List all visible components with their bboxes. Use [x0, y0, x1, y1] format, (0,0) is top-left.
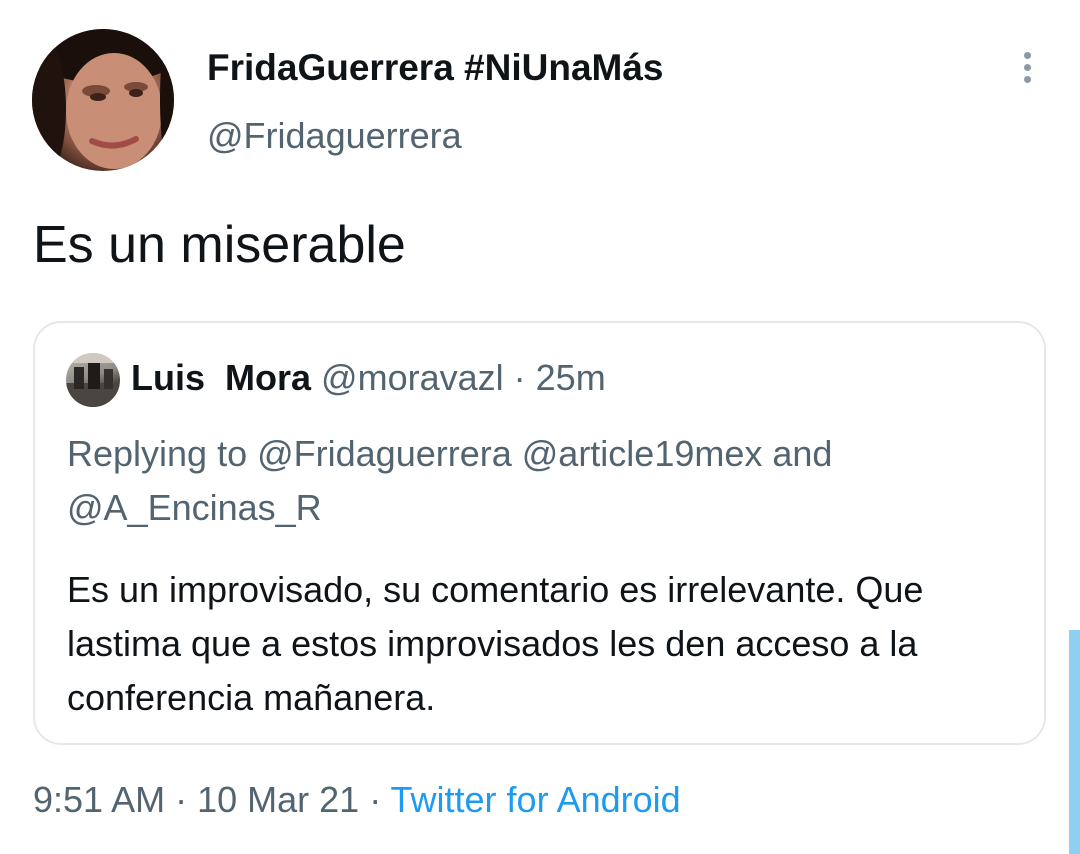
quoted-tweet-time: 25m — [535, 357, 606, 398]
tweet-source-link[interactable]: Twitter for Android — [391, 779, 681, 820]
tweet-metadata: 9:51 AM · 10 Mar 21 · Twitter for Androi… — [33, 779, 681, 821]
author-avatar[interactable] — [32, 29, 174, 171]
quoted-tweet-header: Luis Mora @moravazl · 25m — [131, 357, 606, 399]
author-handle[interactable]: @Fridaguerrera — [207, 115, 462, 157]
quoted-tweet-text: Es un improvisado, su comentario es irre… — [67, 569, 924, 718]
scrollbar[interactable] — [1069, 630, 1080, 854]
dot-separator: · — [513, 357, 526, 398]
more-dot — [1023, 76, 1031, 83]
tweet-detail: FridaGuerrera #NiUnaMás @Fridaguerrera E… — [0, 0, 1080, 854]
meta-separator: · — [359, 779, 391, 820]
quoted-author-avatar[interactable] — [66, 353, 120, 407]
more-vertical-icon[interactable] — [1012, 52, 1042, 92]
tweet-time: 9:51 AM — [33, 779, 166, 820]
more-dot — [1023, 64, 1031, 71]
quoted-author-handle[interactable]: @moravazl — [321, 357, 504, 398]
tweet-text: Es un miserable — [33, 216, 406, 274]
tweet-date: 10 Mar 21 — [197, 779, 360, 820]
quoted-tweet-card[interactable]: Luis Mora @moravazl · 25m Replying to @F… — [33, 321, 1046, 745]
author-display-name[interactable]: FridaGuerrera #NiUnaMás — [207, 47, 664, 89]
meta-separator: · — [165, 779, 198, 820]
quoted-author-name[interactable]: Luis Mora — [131, 357, 311, 398]
replying-to-line: Replying to @Fridaguerrera @article19mex… — [67, 433, 833, 528]
more-dot — [1023, 52, 1031, 59]
